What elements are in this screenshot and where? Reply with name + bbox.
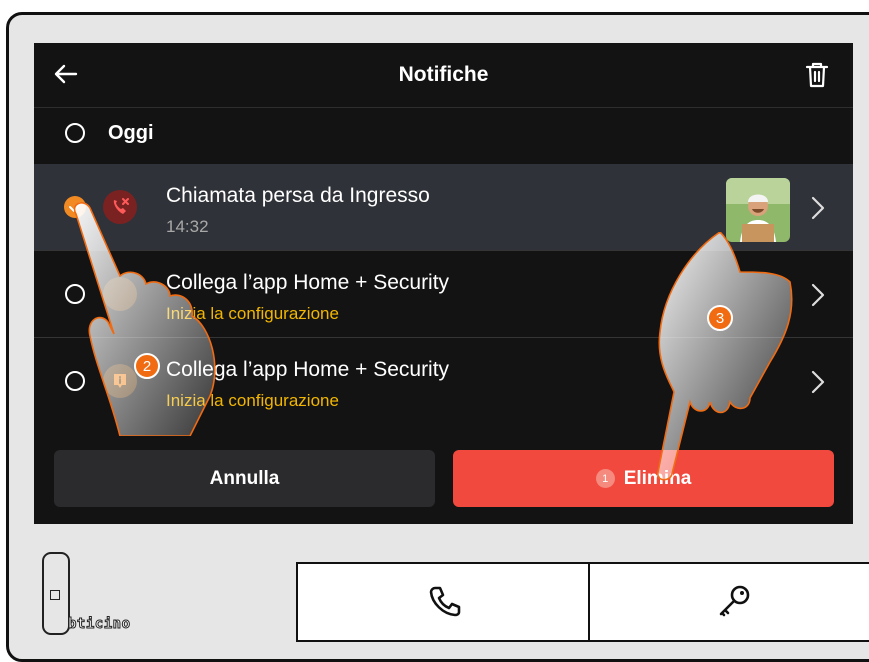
info-badge-icon [103,364,137,398]
select-all-radio[interactable] [65,123,85,143]
chevron-right-icon[interactable] [810,195,826,221]
notification-action-link[interactable]: Inizia la configurazione [166,391,339,411]
brand-panel [42,552,70,635]
delete-button[interactable]: 1 Elimina [453,450,834,507]
info-badge-icon [103,277,137,311]
call-key[interactable] [296,562,590,642]
top-bar: Notifiche [34,43,853,108]
trash-icon[interactable] [805,61,829,89]
chevron-right-icon[interactable] [810,369,826,395]
notification-time: 14:32 [166,217,209,236]
section-label: Oggi [108,122,154,144]
selected-checkbox[interactable] [64,196,86,218]
section-header-today: Oggi [34,108,853,163]
chevron-right-icon[interactable] [810,282,826,308]
action-footer: Annulla 1 Elimina [34,433,853,524]
notification-title: Collega l’app Home + Security [166,358,450,381]
step-marker-2: 2 [134,353,160,379]
visitor-thumbnail[interactable] [726,178,790,242]
notification-title: Collega l’app Home + Security [166,271,450,294]
brand-logo: bticino [68,616,131,633]
missed-call-icon [103,190,137,224]
notification-row-app-link[interactable]: Collega l’app Home + Security Inizia la … [34,338,853,424]
notifications-screen: Notifiche Oggi Chiamata persa da Ingress… [34,43,853,524]
notification-title: Chiamata persa da Ingresso [166,184,430,207]
door-key[interactable] [588,562,869,642]
select-radio[interactable] [65,371,85,391]
check-icon [69,202,81,212]
select-radio[interactable] [65,284,85,304]
selection-count-badge: 1 [595,469,615,488]
phone-icon [429,586,461,617]
key-icon [719,585,750,617]
status-led [50,590,60,600]
step-marker-3: 3 [707,305,733,331]
notification-action-link[interactable]: Inizia la configurazione [166,304,339,324]
cancel-button[interactable]: Annulla [54,450,435,507]
page-title: Notifiche [398,63,489,86]
delete-button-label: Elimina [623,467,692,489]
notification-row-missed-call[interactable]: Chiamata persa da Ingresso 14:32 [34,164,853,251]
